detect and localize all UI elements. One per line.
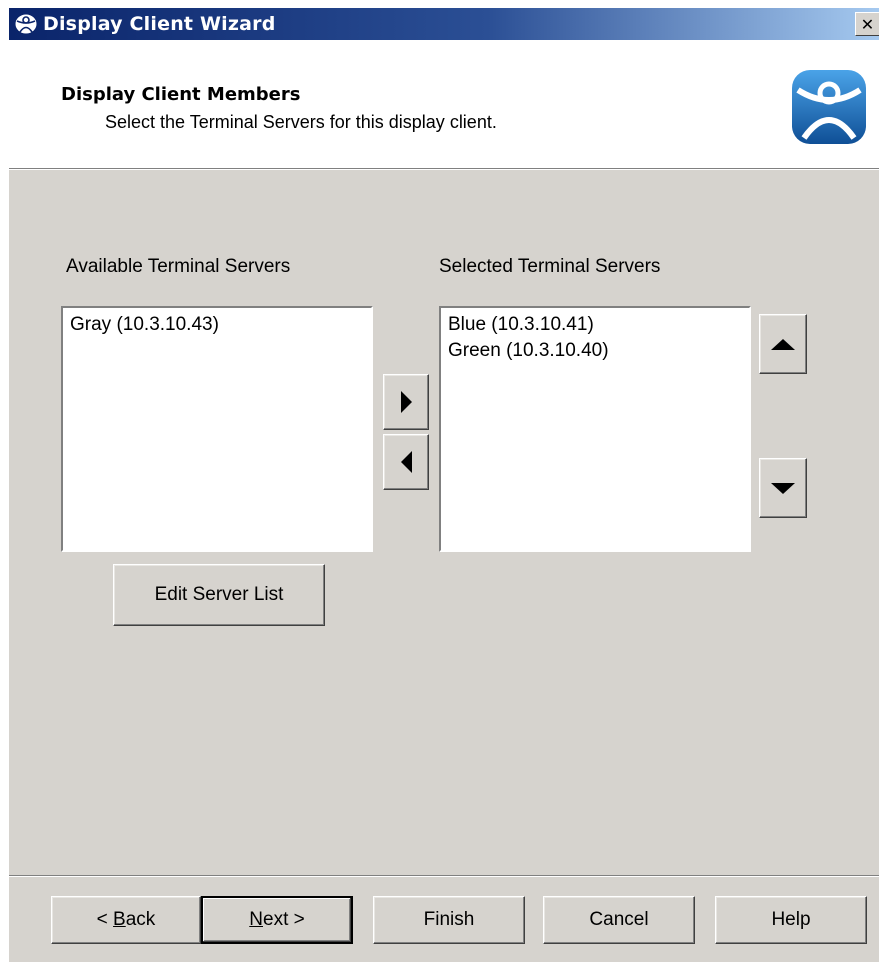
- help-button-label: Help: [771, 909, 811, 930]
- available-servers-list[interactable]: Gray (10.3.10.43): [61, 306, 373, 552]
- arrow-left-icon: [400, 451, 412, 473]
- header-divider: [9, 169, 879, 170]
- finish-button[interactable]: Finish: [373, 896, 525, 944]
- move-up-button[interactable]: [759, 314, 807, 374]
- cancel-button[interactable]: Cancel: [543, 896, 695, 944]
- edit-server-list-button[interactable]: Edit Server List: [113, 564, 325, 626]
- page-title: Display Client Members: [61, 84, 301, 105]
- page-subtitle: Select the Terminal Servers for this dis…: [105, 112, 497, 132]
- list-item[interactable]: Gray (10.3.10.43): [65, 312, 219, 338]
- list-item[interactable]: Blue (10.3.10.41): [443, 312, 609, 338]
- edit-server-list-label: Edit Server List: [154, 584, 284, 605]
- back-button-label: < Back: [96, 909, 156, 930]
- arrow-up-icon: [771, 338, 795, 350]
- app-icon: [13, 11, 39, 37]
- remove-server-button[interactable]: [383, 434, 429, 490]
- next-button-label: Next >: [249, 909, 305, 930]
- wizard-header: Display Client Members Select the Termin…: [9, 40, 879, 169]
- available-servers-label: Available Terminal Servers: [66, 256, 291, 277]
- title-bar[interactable]: Display Client Wizard ✕: [9, 8, 879, 40]
- next-button[interactable]: Next >: [201, 896, 353, 944]
- cancel-button-label: Cancel: [589, 909, 649, 930]
- selected-items: Blue (10.3.10.41) Green (10.3.10.40): [443, 312, 609, 364]
- help-button[interactable]: Help: [715, 896, 867, 944]
- arrow-right-icon: [400, 391, 412, 413]
- available-items: Gray (10.3.10.43): [65, 312, 219, 338]
- wizard-window: Display Client Wizard ✕ Display Client M…: [8, 8, 879, 962]
- back-button[interactable]: < Back: [51, 896, 201, 944]
- close-button[interactable]: ✕: [855, 12, 879, 36]
- window-title: Display Client Wizard: [43, 13, 276, 35]
- thinmanager-person-icon: [792, 70, 866, 144]
- arrow-down-icon: [771, 482, 795, 494]
- selected-servers-label: Selected Terminal Servers: [439, 256, 661, 277]
- move-down-button[interactable]: [759, 458, 807, 518]
- close-icon: ✕: [860, 14, 875, 34]
- finish-button-label: Finish: [423, 909, 475, 930]
- list-item[interactable]: Green (10.3.10.40): [443, 338, 609, 364]
- selected-servers-list[interactable]: Blue (10.3.10.41) Green (10.3.10.40): [439, 306, 751, 552]
- add-server-button[interactable]: [383, 374, 429, 430]
